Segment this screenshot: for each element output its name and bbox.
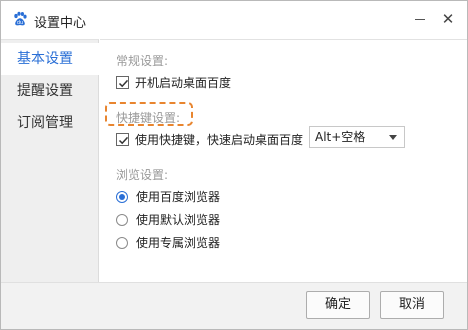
chevron-down-icon: [389, 135, 397, 140]
svg-text:du: du: [17, 20, 23, 26]
ok-button[interactable]: 确定: [306, 291, 370, 319]
radio-baidu-browser[interactable]: [116, 190, 128, 203]
title-bar[interactable]: du 设置中心 ✕: [1, 1, 467, 39]
minimize-icon: [415, 19, 425, 20]
dialog-footer: 确定 取消: [1, 282, 467, 329]
autostart-row[interactable]: 开机启动桌面百度: [116, 74, 231, 92]
hotkey-title-highlight: [105, 102, 193, 126]
sidebar: 基本设置 提醒设置 订阅管理: [1, 39, 100, 282]
baidu-paw-icon: du: [12, 11, 28, 27]
browser-option-baidu[interactable]: 使用百度浏览器: [116, 188, 220, 206]
general-section-title: 常规设置:: [116, 54, 169, 68]
browser-section-title: 浏览设置:: [116, 168, 169, 182]
sidebar-item-subscription[interactable]: 订阅管理: [1, 107, 99, 139]
hotkey-checkbox[interactable]: [116, 133, 129, 146]
hotkey-label: 使用快捷键，快速启动桌面百度: [135, 133, 304, 147]
browser-option-label: 使用专属浏览器: [136, 236, 221, 250]
settings-window: du 设置中心 ✕ 基本设置 提醒设置 订阅管理 常规设置: 开机启动桌面百度 …: [0, 0, 468, 330]
hotkey-combo-select[interactable]: Alt+空格: [309, 126, 405, 148]
close-button[interactable]: ✕: [437, 9, 459, 29]
hotkey-row[interactable]: 使用快捷键，快速启动桌面百度: [116, 131, 303, 149]
browser-option-label: 使用默认浏览器: [136, 213, 221, 227]
autostart-checkbox[interactable]: [116, 76, 129, 89]
hotkey-combo-value: Alt+空格: [315, 130, 366, 144]
sidebar-item-basic[interactable]: 基本设置: [1, 43, 100, 75]
browser-option-label: 使用百度浏览器: [136, 190, 221, 204]
window-title: 设置中心: [34, 16, 87, 31]
cancel-button[interactable]: 取消: [380, 291, 444, 319]
radio-dedicated-browser[interactable]: [116, 236, 128, 249]
browser-option-default[interactable]: 使用默认浏览器: [116, 211, 220, 229]
sidebar-item-reminder[interactable]: 提醒设置: [1, 75, 99, 107]
radio-default-browser[interactable]: [116, 213, 128, 226]
settings-content: 常规设置: 开机启动桌面百度 快捷键设置: 使用快捷键，快速启动桌面百度 浏览设…: [100, 39, 467, 282]
autostart-label: 开机启动桌面百度: [135, 76, 232, 90]
browser-option-dedicated[interactable]: 使用专属浏览器: [116, 234, 220, 252]
close-icon: ✕: [441, 10, 455, 28]
minimize-button[interactable]: [409, 9, 431, 29]
